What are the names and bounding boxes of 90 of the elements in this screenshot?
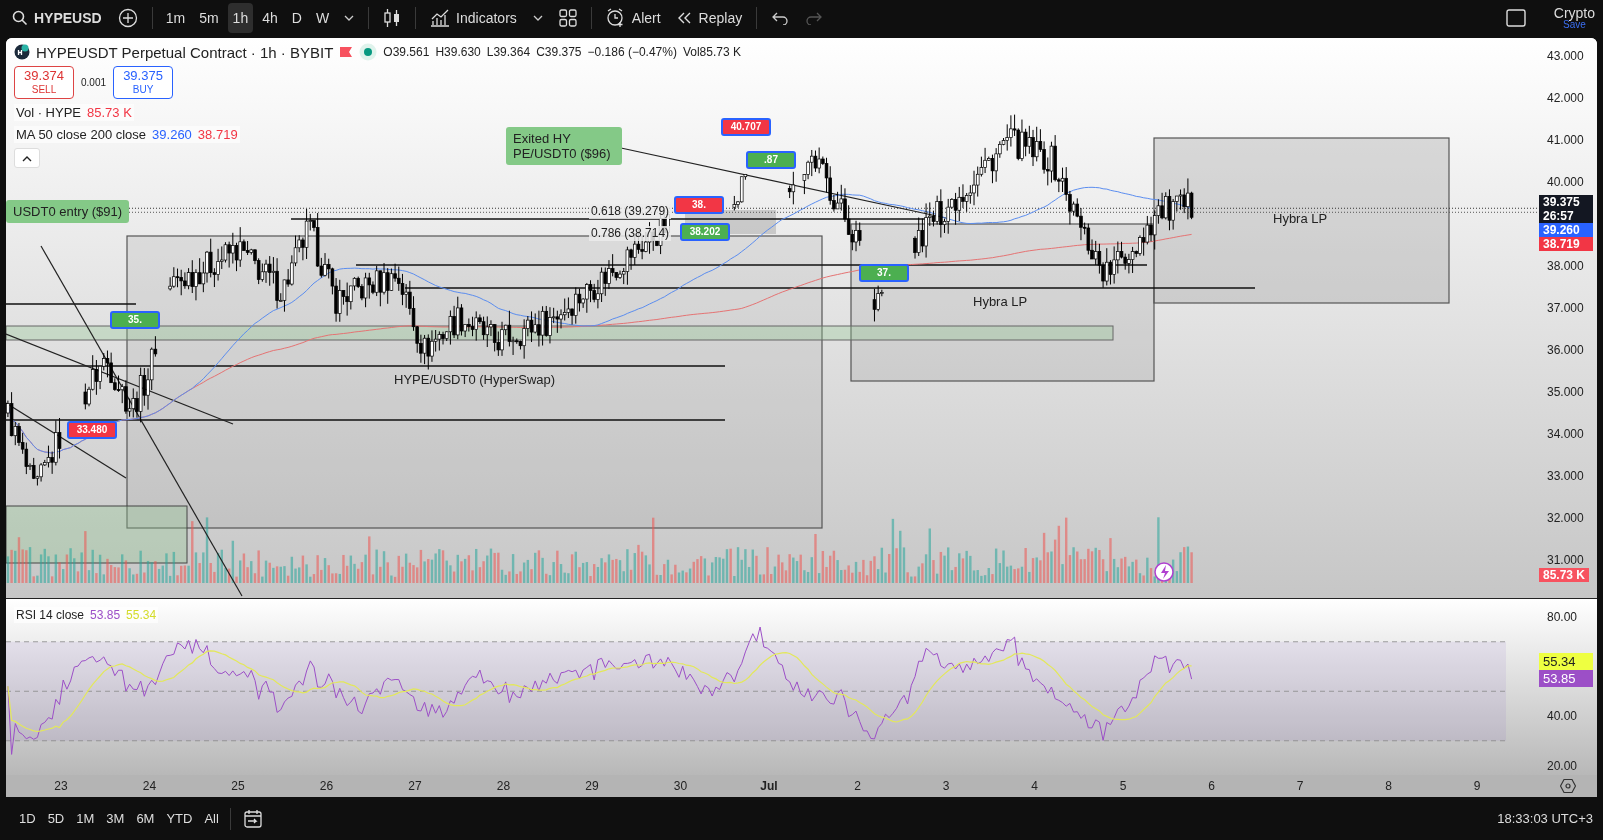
date-label: 8: [1384, 778, 1393, 795]
indicator-value: 85.73 K: [87, 105, 132, 120]
price-axis-label: 32.000: [1547, 510, 1584, 526]
price-axis-label: 35.000: [1547, 384, 1584, 400]
symbol-title[interactable]: HYPEUSDT Perpetual Contract · 1h · BYBIT: [36, 43, 334, 61]
price-badge: 38.719: [1539, 237, 1593, 252]
date-label: 9: [1472, 778, 1482, 795]
price-axis-label: 37.000: [1547, 300, 1584, 316]
trade-marker: 33.480: [67, 421, 117, 439]
rsi-axis-label: 20.00: [1547, 757, 1578, 774]
ohlc-value: Vol85.73 K: [682, 45, 741, 59]
date-label: 2: [853, 778, 862, 795]
range-button[interactable]: 5D: [42, 807, 70, 830]
trade-marker: 37.: [859, 264, 909, 282]
symbol-search[interactable]: HYPEUSD: [10, 3, 108, 33]
ohlc-value: H39.630: [435, 45, 481, 59]
interval-tab[interactable]: 1h: [227, 3, 254, 33]
interval-tab[interactable]: D: [286, 3, 307, 33]
date-label: 27: [407, 778, 423, 795]
rsi-badge: 55.34: [1539, 653, 1593, 670]
date-label: 29: [584, 778, 600, 795]
zone-label: HYPE/USDT0 (HyperSwap): [394, 372, 556, 387]
indicator-value: 53.85: [90, 608, 121, 622]
trade-marker: 38.202: [680, 223, 730, 241]
price-axis-label: 38.000: [1547, 258, 1584, 274]
interval-tab[interactable]: 5m: [194, 3, 224, 33]
trade-marker: .87: [746, 151, 796, 169]
rsi-badge: 53.85: [1539, 670, 1593, 687]
date-label: Jul: [759, 778, 779, 795]
replay-button[interactable]: Replay: [670, 3, 749, 33]
range-button[interactable]: All: [199, 807, 224, 830]
price-axis-label: 42.000: [1547, 90, 1584, 106]
sell-button[interactable]: 39.374 SELL: [14, 66, 74, 99]
date-label: 28: [495, 778, 512, 795]
save-link[interactable]: Save: [1563, 20, 1586, 30]
indicator-name[interactable]: RSI 14 close: [16, 608, 85, 622]
range-button[interactable]: 3M: [101, 807, 130, 830]
alert-button[interactable]: Alert: [599, 3, 667, 33]
clock-time[interactable]: 18:33:03 UTC+3: [1497, 811, 1593, 826]
rsi-axis-label: 40.00: [1547, 708, 1578, 724]
price-axis-label: 31.000: [1547, 552, 1584, 568]
date-label: 7: [1295, 778, 1305, 795]
date-label: 30: [672, 778, 689, 795]
price-axis-label: 33.000: [1547, 468, 1584, 484]
price-axis-label: 41.000: [1547, 132, 1584, 148]
ohlc-value: L39.364: [486, 45, 531, 59]
callout-label: Exited HY PE/USDT0 ($96): [506, 127, 622, 165]
date-label: 3: [941, 778, 951, 795]
buy-button[interactable]: 39.375 BUY: [113, 66, 174, 99]
date-label: 26: [318, 778, 335, 795]
date-label: 23: [53, 778, 69, 795]
rsi-axis-label: 80.00: [1547, 609, 1578, 625]
date-label: 24: [141, 778, 158, 795]
fibonacci-level-label: 0.618 (39.279): [589, 204, 672, 219]
date-label: 4: [1030, 778, 1039, 795]
zone-label: Hybra LP: [973, 294, 1028, 309]
range-button[interactable]: 6M: [131, 807, 160, 830]
price-badge: 39.260: [1539, 223, 1593, 238]
indicator-value: 38.719: [197, 127, 238, 142]
volume-badge: 85.73 K: [1539, 568, 1590, 582]
trade-marker: 40.707: [721, 118, 771, 136]
fibonacci-level-label: 0.786 (38.714): [589, 226, 672, 241]
layout-name[interactable]: Crypto: [1553, 6, 1595, 20]
date-label: 6: [1207, 778, 1216, 795]
interval-tab[interactable]: 4h: [257, 3, 283, 33]
zone-label: Hybra LP: [1273, 211, 1328, 226]
spread-value: 0.001: [81, 77, 107, 88]
range-button[interactable]: 1D: [14, 807, 41, 830]
ohlc-value: −0.186 (−0.47%): [587, 45, 677, 59]
range-button[interactable]: 1M: [71, 807, 100, 830]
trade-marker: 35.: [110, 311, 160, 329]
price-axis-label: 43.000: [1547, 48, 1584, 64]
indicator-value: 55.34: [126, 608, 157, 622]
range-button[interactable]: YTD: [161, 807, 198, 830]
indicator-name[interactable]: MA 50 close 200 close: [16, 127, 147, 142]
ohlc-value: C39.375: [536, 45, 582, 59]
interval-tab[interactable]: W: [310, 3, 335, 33]
price-axis-label: 36.000: [1547, 342, 1584, 358]
interval-tab[interactable]: 1m: [160, 3, 191, 33]
price-badge: 39.375 26:57: [1539, 195, 1593, 224]
indicator-name[interactable]: Vol · HYPE: [16, 105, 82, 120]
price-axis-label: 34.000: [1547, 426, 1584, 442]
indicators-button[interactable]: Indicators: [424, 3, 523, 33]
trade-marker: 38.: [674, 196, 724, 214]
ohlc-value: O39.561: [383, 45, 430, 59]
price-axis-label: 40.000: [1547, 174, 1584, 190]
date-label: 25: [230, 778, 246, 795]
indicator-value: 39.260: [152, 127, 192, 142]
date-label: 5: [1118, 778, 1128, 795]
callout-label: USDT0 entry ($91): [6, 200, 130, 223]
